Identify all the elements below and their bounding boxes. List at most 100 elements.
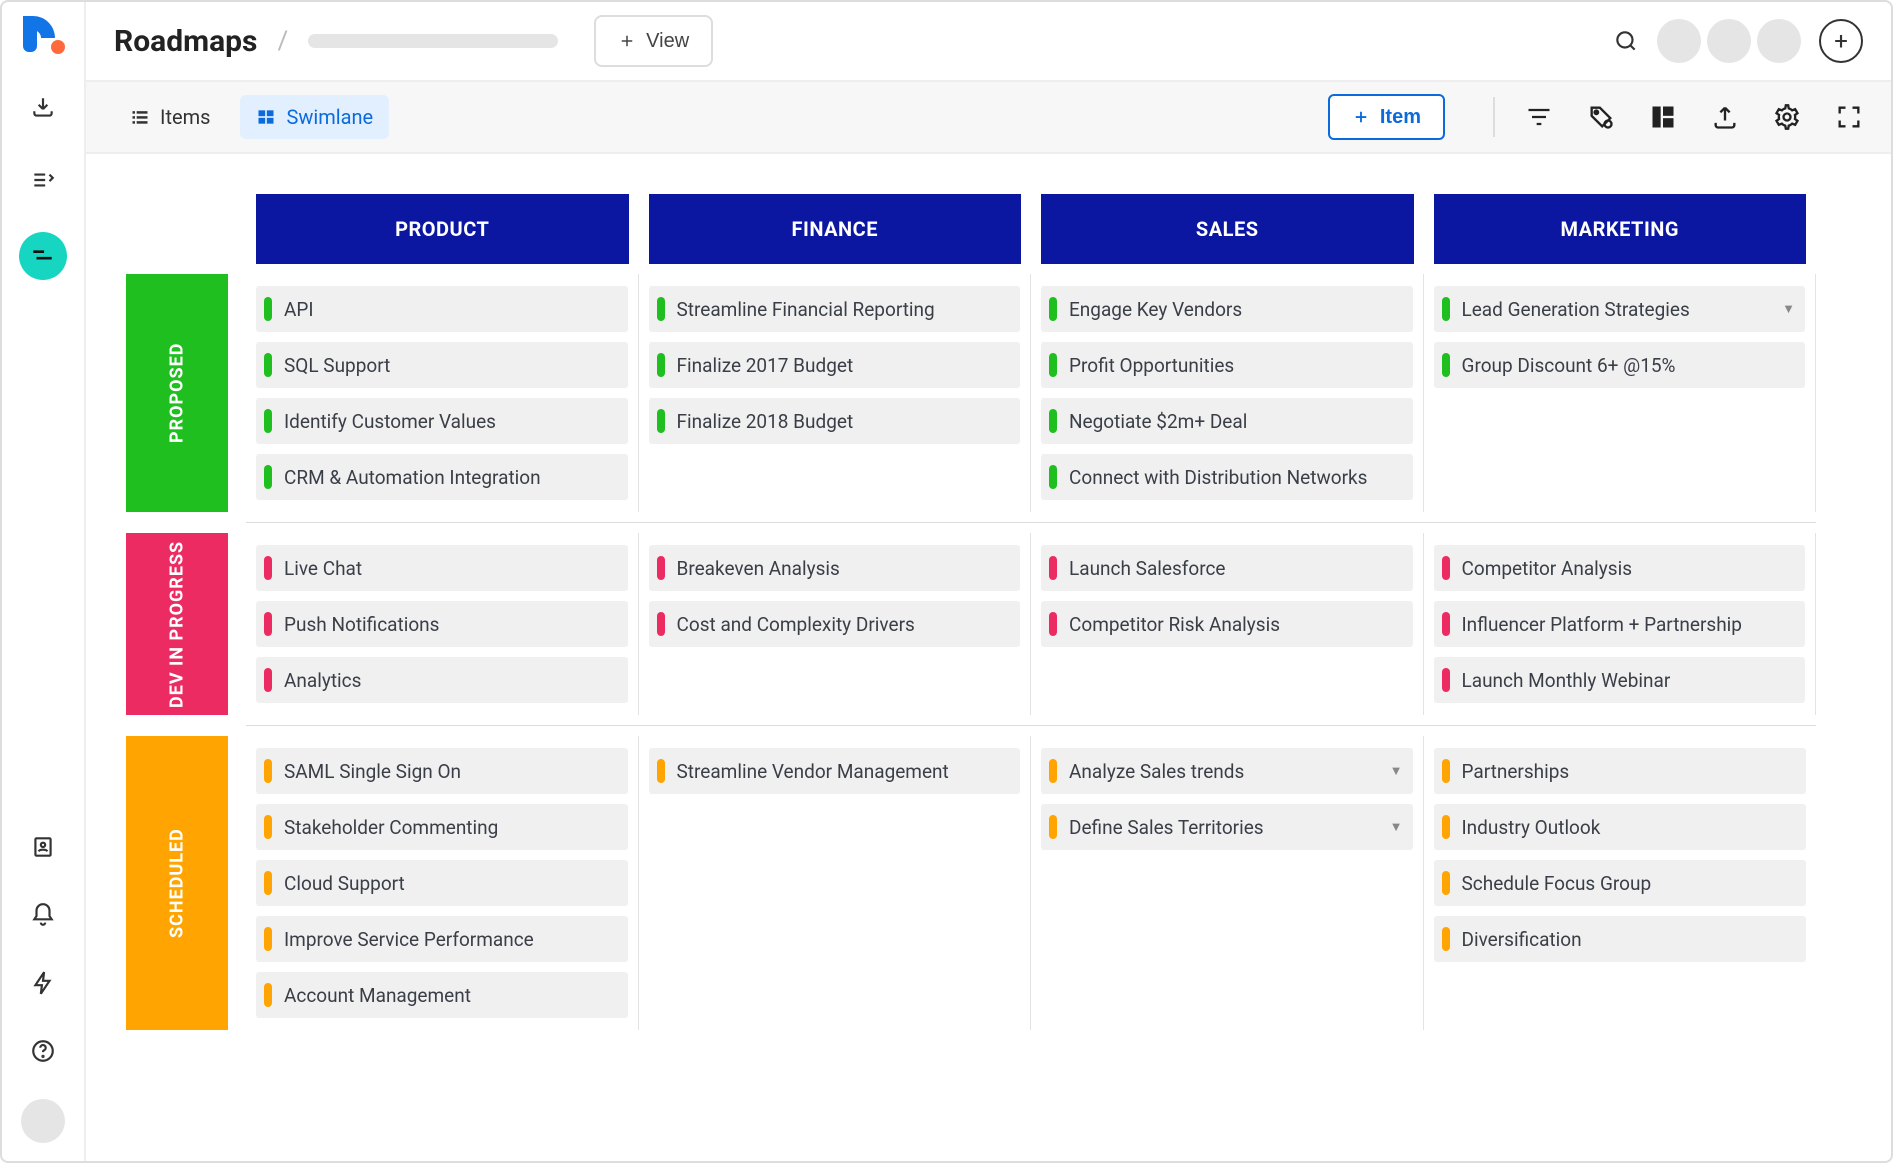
list-icon — [130, 107, 150, 127]
card[interactable]: Streamline Vendor Management — [649, 748, 1021, 794]
card[interactable]: Industry Outlook — [1434, 804, 1807, 850]
card-title: Analyze Sales trends — [1069, 760, 1244, 783]
bolt-icon[interactable] — [23, 963, 63, 1003]
card-status-bar — [264, 871, 272, 895]
card-title: Finalize 2018 Budget — [677, 410, 854, 433]
card-status-bar — [1442, 815, 1450, 839]
layout-icon[interactable] — [1649, 103, 1677, 131]
card-status-bar — [1049, 556, 1057, 580]
swimlane-tab[interactable]: Swimlane — [240, 95, 389, 139]
card[interactable]: Engage Key Vendors — [1041, 286, 1413, 332]
card[interactable]: Analyze Sales trends ▼ — [1041, 748, 1413, 794]
help-icon[interactable] — [23, 1031, 63, 1071]
column-header: PRODUCT — [256, 194, 629, 264]
card-title: Push Notifications — [284, 613, 439, 636]
avatar[interactable] — [1657, 19, 1701, 63]
card[interactable]: Diversification — [1434, 916, 1807, 962]
card-status-bar — [657, 409, 665, 433]
card[interactable]: Competitor Analysis — [1434, 545, 1806, 591]
card[interactable]: CRM & Automation Integration — [256, 454, 628, 500]
card-status-bar — [1049, 297, 1057, 321]
card[interactable]: Profit Opportunities — [1041, 342, 1413, 388]
card[interactable]: Schedule Focus Group — [1434, 860, 1807, 906]
card-status-bar — [1049, 815, 1057, 839]
card-status-bar — [1049, 465, 1057, 489]
plus-icon — [1352, 108, 1370, 126]
expand-caret-icon[interactable]: ▼ — [1390, 763, 1403, 779]
card-status-bar — [264, 927, 272, 951]
export-icon[interactable] — [1711, 103, 1739, 131]
card-status-bar — [1442, 353, 1450, 377]
card-title: Stakeholder Commenting — [284, 816, 498, 839]
card[interactable]: Connect with Distribution Networks — [1041, 454, 1413, 500]
card[interactable]: Breakeven Analysis — [649, 545, 1021, 591]
card-status-bar — [264, 353, 272, 377]
breadcrumb-separator: / — [277, 26, 288, 56]
card-status-bar — [264, 759, 272, 783]
breadcrumb-placeholder — [308, 34, 558, 48]
card-title: CRM & Automation Integration — [284, 466, 541, 489]
card[interactable]: Group Discount 6+ @15% — [1434, 342, 1806, 388]
card[interactable]: Cloud Support — [256, 860, 628, 906]
card-status-bar — [1442, 612, 1450, 636]
tag-icon[interactable] — [1587, 103, 1615, 131]
card[interactable]: Live Chat — [256, 545, 628, 591]
card[interactable]: Competitor Risk Analysis — [1041, 601, 1413, 647]
card[interactable]: Launch Monthly Webinar — [1434, 657, 1806, 703]
card-status-bar — [264, 668, 272, 692]
app-logo — [23, 16, 63, 56]
card-title: Negotiate $2m+ Deal — [1069, 410, 1247, 433]
card-title: Define Sales Territories — [1069, 816, 1264, 839]
card[interactable]: Identify Customer Values — [256, 398, 628, 444]
card[interactable]: Cost and Complexity Drivers — [649, 601, 1021, 647]
card-status-bar — [657, 556, 665, 580]
list-icon[interactable] — [23, 160, 63, 200]
card[interactable]: Influencer Platform + Partnership — [1434, 601, 1806, 647]
card[interactable]: Push Notifications — [256, 601, 628, 647]
card[interactable]: SAML Single Sign On — [256, 748, 628, 794]
card[interactable]: Analytics — [256, 657, 628, 703]
card[interactable]: API — [256, 286, 628, 332]
card-status-bar — [264, 465, 272, 489]
add-collaborator-button[interactable]: + — [1819, 19, 1863, 63]
notifications-icon[interactable] — [23, 895, 63, 935]
fullscreen-icon[interactable] — [1835, 103, 1863, 131]
card[interactable]: Lead Generation Strategies▼ — [1434, 286, 1806, 332]
lane-cell: Analyze Sales trends▼Define Sales Territ… — [1031, 736, 1424, 1030]
card-status-bar — [1442, 668, 1450, 692]
card[interactable]: Stakeholder Commenting — [256, 804, 628, 850]
card[interactable]: Finalize 2017 Budget — [649, 342, 1021, 388]
card-title: Improve Service Performance — [284, 928, 534, 951]
card-status-bar — [264, 815, 272, 839]
settings-icon[interactable] — [1773, 103, 1801, 131]
new-item-button[interactable]: Item — [1328, 94, 1445, 140]
card[interactable]: Improve Service Performance — [256, 916, 628, 962]
card[interactable]: Streamline Financial Reporting — [649, 286, 1021, 332]
avatar[interactable] — [1757, 19, 1801, 63]
card-status-bar — [657, 759, 665, 783]
inbox-icon[interactable] — [23, 88, 63, 128]
items-tab[interactable]: Items — [114, 95, 226, 139]
card-status-bar — [1442, 759, 1450, 783]
search-icon[interactable] — [1613, 28, 1639, 54]
card-title: Breakeven Analysis — [677, 557, 840, 580]
card-title: Diversification — [1462, 928, 1582, 951]
add-view-button[interactable]: View — [594, 15, 713, 67]
card[interactable]: Finalize 2018 Budget — [649, 398, 1021, 444]
roadmap-icon[interactable] — [19, 232, 67, 280]
user-avatar[interactable] — [21, 1099, 65, 1143]
card[interactable]: Launch Salesforce — [1041, 545, 1413, 591]
avatar[interactable] — [1707, 19, 1751, 63]
filter-icon[interactable] — [1525, 103, 1553, 131]
contacts-icon[interactable] — [23, 827, 63, 867]
expand-caret-icon[interactable]: ▼ — [1782, 301, 1795, 317]
card[interactable]: SQL Support — [256, 342, 628, 388]
expand-caret-icon[interactable]: ▼ — [1390, 819, 1403, 835]
card[interactable]: Negotiate $2m+ Deal — [1041, 398, 1413, 444]
card-status-bar — [1049, 353, 1057, 377]
card[interactable]: Account Management — [256, 972, 628, 1018]
card[interactable]: Define Sales Territories ▼ — [1041, 804, 1413, 850]
lane-divider — [246, 725, 1816, 726]
card-status-bar — [264, 612, 272, 636]
card[interactable]: Partnerships — [1434, 748, 1807, 794]
